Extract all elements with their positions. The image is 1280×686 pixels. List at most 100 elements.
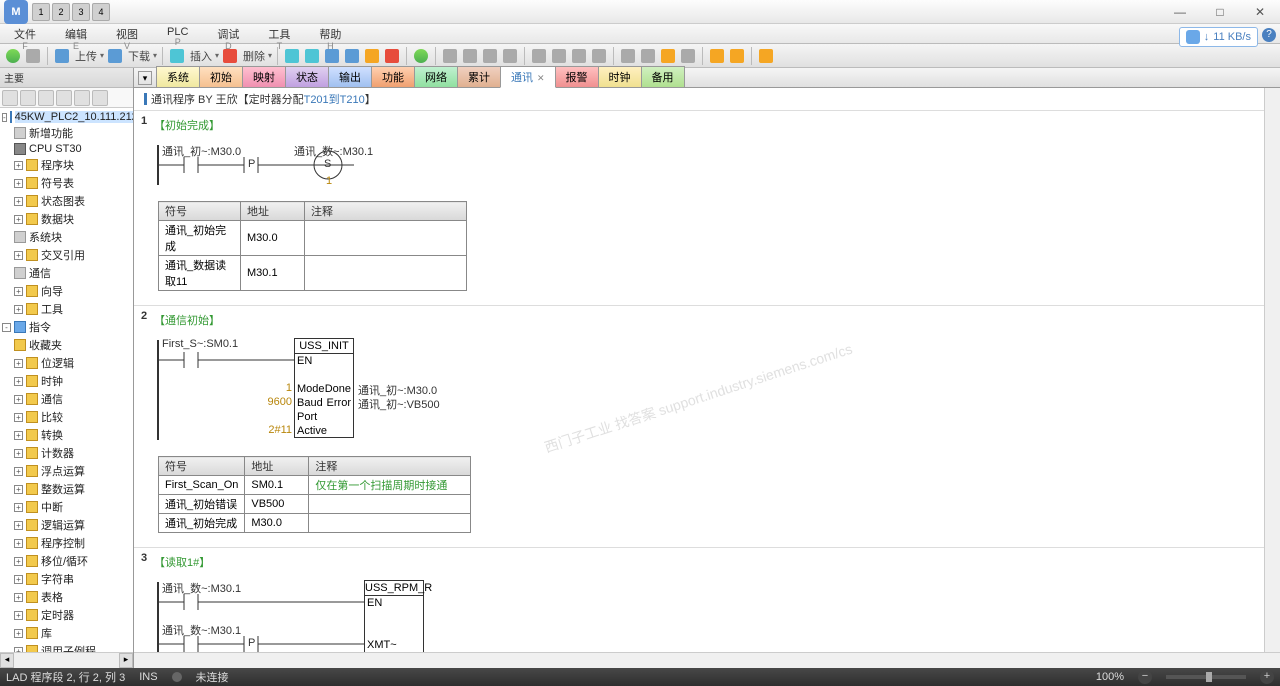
expand-icon[interactable]: + <box>14 611 23 620</box>
expand-icon[interactable]: + <box>14 161 23 170</box>
tb-icon-13[interactable] <box>550 47 568 65</box>
tree-tools[interactable]: 工具 <box>41 301 63 317</box>
sbt-2[interactable] <box>20 90 36 106</box>
tb-icon-9[interactable] <box>461 47 479 65</box>
tree-comm[interactable]: 通信 <box>29 265 51 281</box>
tb-icon-3[interactable] <box>323 47 341 65</box>
tree-lib[interactable]: 库 <box>41 625 52 641</box>
expand-icon[interactable]: + <box>14 197 23 206</box>
tree-cnt[interactable]: 计数器 <box>41 445 74 461</box>
expand-icon[interactable]: + <box>14 467 23 476</box>
tree-tmr[interactable]: 定时器 <box>41 607 74 623</box>
download-button[interactable] <box>106 47 124 65</box>
sidebar-hscroll[interactable]: ◂ ▸ <box>0 652 133 668</box>
tree-project[interactable]: 45KW_PLC2_10.111.212.1: <box>15 111 133 123</box>
tb-icon-14[interactable] <box>570 47 588 65</box>
sbt-4[interactable] <box>56 90 72 106</box>
tree-pctl[interactable]: 程序控制 <box>41 535 85 551</box>
tree-bit[interactable]: 位逻辑 <box>41 355 74 371</box>
tree-sym[interactable]: 符号表 <box>41 175 74 191</box>
qat-btn-3[interactable]: 3 <box>72 3 90 21</box>
close-button[interactable]: ✕ <box>1240 1 1280 23</box>
tab-menu-icon[interactable]: ▾ <box>138 71 152 85</box>
menu-tools[interactable]: 工具T <box>254 24 305 43</box>
zoom-out-button[interactable]: − <box>1138 670 1152 684</box>
tree-logic[interactable]: 逻辑运算 <box>41 517 85 533</box>
upload-button[interactable] <box>53 47 71 65</box>
network-3[interactable]: 3 【读取1#】 通讯_数~:M30.1 <box>134 547 1280 652</box>
tree-newfn[interactable]: 新增功能 <box>29 125 73 141</box>
sbt-5[interactable] <box>74 90 90 106</box>
tree-conv[interactable]: 转换 <box>41 427 63 443</box>
qat-btn-2[interactable]: 2 <box>52 3 70 21</box>
tree-fav[interactable]: 收藏夹 <box>29 337 62 353</box>
tb-icon-17[interactable] <box>639 47 657 65</box>
expand-icon[interactable]: + <box>14 575 23 584</box>
tb-icon-10[interactable] <box>481 47 499 65</box>
tb-icon-15[interactable] <box>590 47 608 65</box>
expand-icon[interactable]: + <box>14 503 23 512</box>
tree-int[interactable]: 整数运算 <box>41 481 85 497</box>
tab-status[interactable]: 状态 <box>285 66 329 87</box>
tb-icon-4[interactable] <box>343 47 361 65</box>
tree-instr[interactable]: 指令 <box>29 319 51 335</box>
menu-plc[interactable]: PLCP <box>153 24 203 43</box>
maximize-button[interactable]: □ <box>1200 1 1240 23</box>
tree-stat[interactable]: 状态图表 <box>41 193 85 209</box>
tb-icon-22[interactable] <box>757 47 775 65</box>
zoom-slider[interactable] <box>1166 675 1246 679</box>
tb-icon-19[interactable] <box>679 47 697 65</box>
tab-alarm[interactable]: 报警 <box>555 66 599 87</box>
help-button[interactable]: ? <box>1262 28 1276 42</box>
tb-icon-12[interactable] <box>530 47 548 65</box>
tree-xref[interactable]: 交叉引用 <box>41 247 85 263</box>
tab-comm-active[interactable]: 通讯✕ <box>500 66 556 88</box>
tb-icon-2[interactable] <box>303 47 321 65</box>
expand-icon[interactable]: + <box>14 539 23 548</box>
sbt-6[interactable] <box>92 90 108 106</box>
tab-backup[interactable]: 备用 <box>641 66 685 87</box>
tree-intr[interactable]: 中断 <box>41 499 63 515</box>
fb-uss-rpm-r[interactable]: USS_RPM_R EN XMT~ Drive Param Index DB_P… <box>364 580 424 652</box>
sbt-1[interactable] <box>2 90 18 106</box>
expand-icon[interactable]: + <box>14 431 23 440</box>
tree-wiz[interactable]: 向导 <box>41 283 63 299</box>
tb-icon-11[interactable] <box>501 47 519 65</box>
editor-hscroll[interactable] <box>134 652 1280 668</box>
expand-icon[interactable]: + <box>14 521 23 530</box>
ladder-canvas[interactable]: 通讯程序 BY 王欣【定时器分配T201到T210】 1 【初始完成】 <box>134 88 1280 652</box>
tree-clock[interactable]: 时钟 <box>41 373 63 389</box>
tree-cpu[interactable]: CPU ST30 <box>29 143 82 155</box>
expand-icon[interactable]: + <box>14 377 23 386</box>
tab-output[interactable]: 输出 <box>328 66 372 87</box>
expand-icon[interactable]: - <box>2 323 11 332</box>
expand-icon[interactable]: + <box>14 287 23 296</box>
expand-icon[interactable]: + <box>14 449 23 458</box>
tab-clock[interactable]: 时钟 <box>598 66 642 87</box>
qat-btn-1[interactable]: 1 <box>32 3 50 21</box>
tb-icon-18[interactable] <box>659 47 677 65</box>
minimize-button[interactable]: — <box>1160 1 1200 23</box>
expand-icon[interactable]: + <box>14 593 23 602</box>
expand-icon[interactable]: + <box>14 557 23 566</box>
tb-icon-8[interactable] <box>441 47 459 65</box>
tree-float[interactable]: 浮点运算 <box>41 463 85 479</box>
run-button[interactable] <box>4 47 22 65</box>
menu-debug[interactable]: 调试D <box>203 24 254 43</box>
scroll-right-icon[interactable]: ▸ <box>119 653 133 668</box>
menu-help[interactable]: 帮助H <box>305 24 356 43</box>
tab-map[interactable]: 映射 <box>242 66 286 87</box>
tb-icon-20[interactable] <box>708 47 726 65</box>
zoom-in-button[interactable]: + <box>1260 670 1274 684</box>
tab-accumulate[interactable]: 累计 <box>457 66 501 87</box>
tab-function[interactable]: 功能 <box>371 66 415 87</box>
tb-icon-21[interactable] <box>728 47 746 65</box>
expand-icon[interactable]: + <box>14 215 23 224</box>
tb-icon-6[interactable] <box>383 47 401 65</box>
expand-icon[interactable]: + <box>14 251 23 260</box>
expand-icon[interactable]: + <box>14 395 23 404</box>
editor-vscroll[interactable] <box>1264 88 1280 652</box>
tree-call[interactable]: 调用子例程 <box>41 643 96 652</box>
tb-icon-1[interactable] <box>283 47 301 65</box>
qat-btn-4[interactable]: 4 <box>92 3 110 21</box>
